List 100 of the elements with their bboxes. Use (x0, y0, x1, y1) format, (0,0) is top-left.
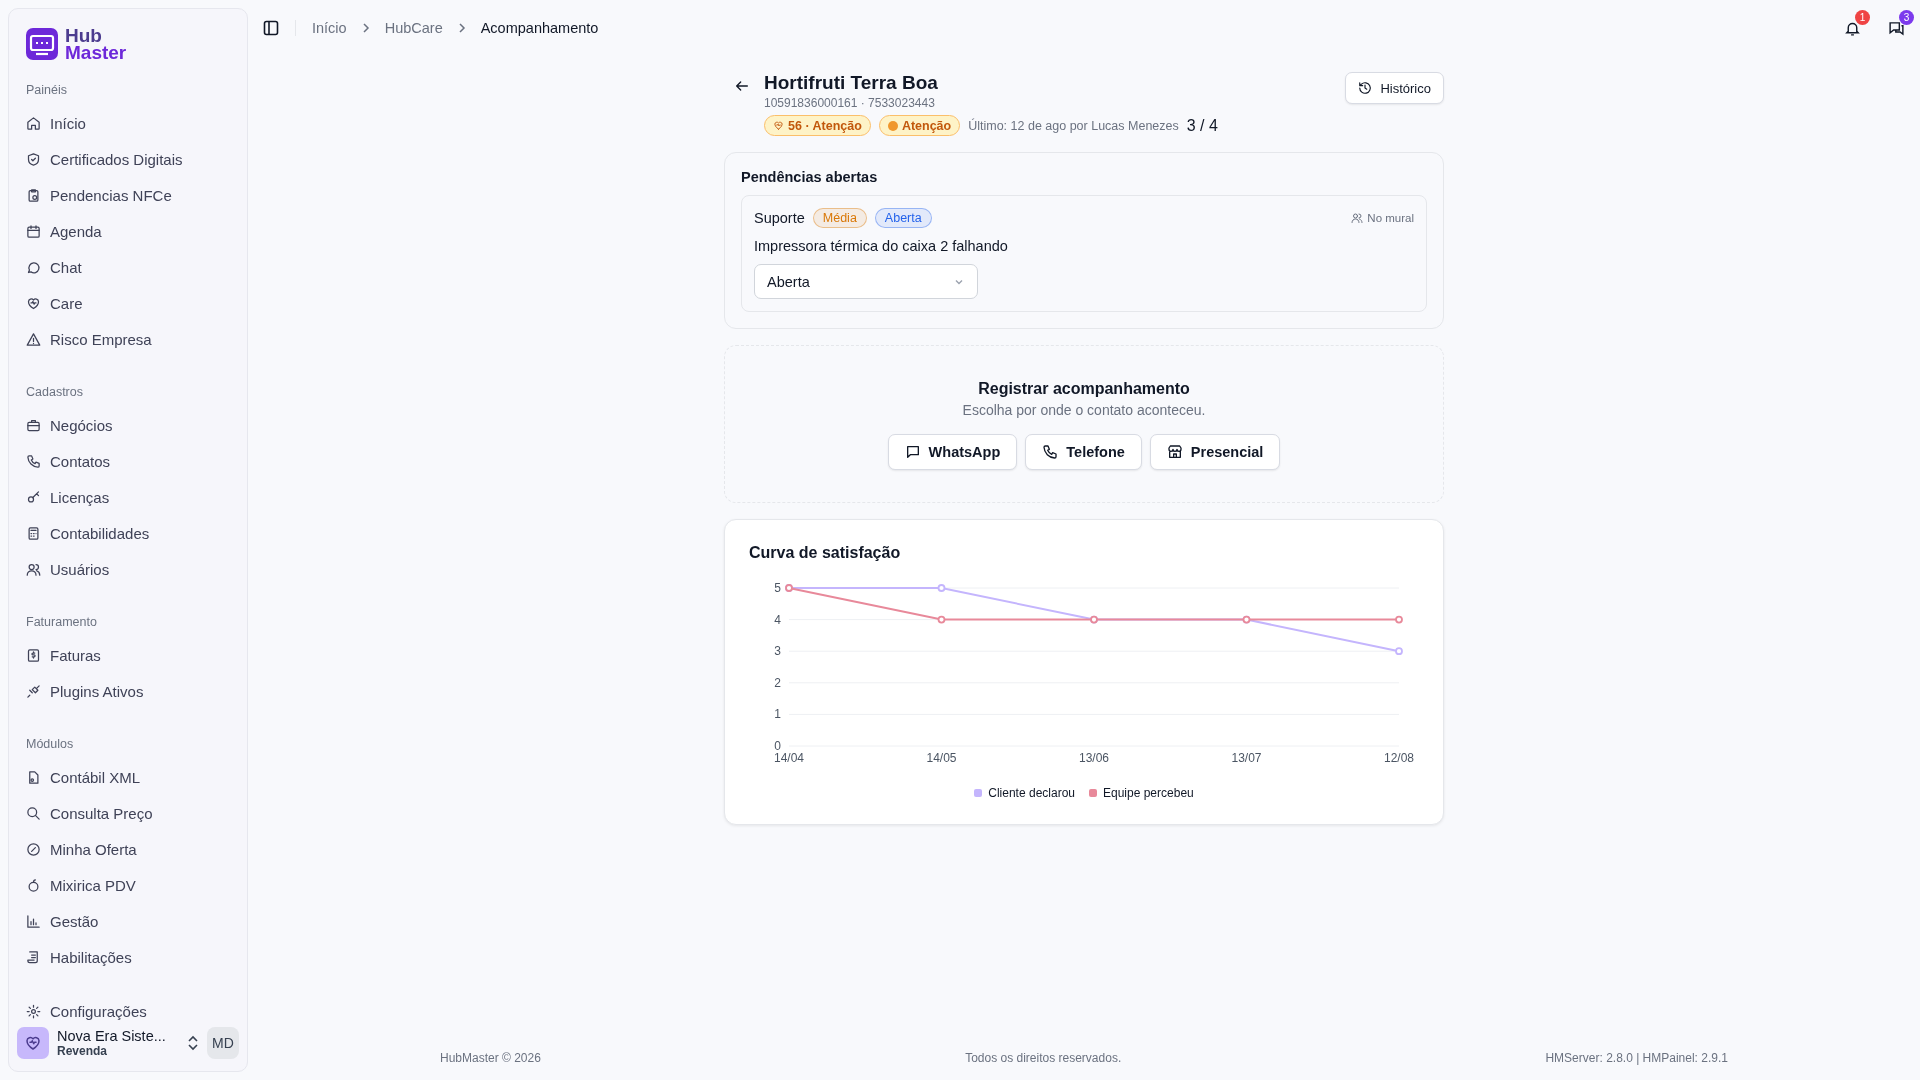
count-badge: 3 (1899, 10, 1914, 25)
sidebar-item[interactable]: Contatos (17, 443, 239, 479)
avatar[interactable]: MD (207, 1027, 239, 1059)
sidebar-item[interactable]: Início (17, 105, 239, 141)
section-heading: Faturamento (25, 614, 98, 631)
channel-button[interactable]: Presencial (1149, 434, 1281, 470)
sidebar-item[interactable]: Configurações (17, 993, 239, 1023)
sidebar-item[interactable]: Plugins Ativos (17, 673, 239, 709)
section-heading: Módulos (25, 736, 75, 753)
fruit-icon (26, 877, 41, 893)
chart-icon (26, 913, 41, 929)
breadcrumb-link[interactable]: HubCare (384, 20, 443, 36)
home-icon (26, 115, 41, 131)
sidebar-item[interactable]: Licenças (17, 479, 239, 515)
sidebar-toggle-icon[interactable] (263, 20, 279, 36)
breadcrumb-link[interactable]: Início (312, 20, 347, 36)
section-title: Registrar acompanhamento (978, 380, 1190, 398)
count-badge: 1 (1855, 10, 1870, 25)
account-role: Revenda (57, 1044, 109, 1058)
sidebar-item[interactable]: Consulta Preço (17, 795, 239, 831)
section-heading: Cadastros (25, 384, 84, 401)
sidebar-item[interactable]: Faturas (17, 637, 239, 673)
sidebar-item[interactable]: Chat (17, 249, 239, 285)
tag: Média (812, 208, 867, 228)
invoice-icon (26, 647, 41, 663)
messages-icon[interactable] (1887, 19, 1905, 37)
sidebar-item[interactable]: Care (17, 285, 239, 321)
users-icon (1351, 212, 1364, 224)
axis-tick-label: 14/04 (774, 751, 804, 765)
sidebar-item[interactable]: Agenda (17, 213, 239, 249)
status-badge: Atenção (878, 115, 961, 136)
sidebar-item[interactable]: Negócios (17, 407, 239, 443)
calculator-icon (26, 525, 41, 541)
sidebar-item[interactable]: Certificados Digitais (17, 141, 239, 177)
axis-tick-label: 0 (774, 739, 781, 753)
chart-title: Curva de satisfação (749, 544, 902, 562)
section-title: Pendências abertas (741, 169, 879, 185)
key-icon (26, 489, 41, 505)
sidebar-item[interactable]: Pendencias NFCe (17, 177, 239, 213)
legend-label: Cliente declarou (988, 786, 1075, 800)
heart-icon (26, 295, 41, 311)
data-point (937, 615, 946, 624)
section-heading: Painéis (25, 82, 68, 99)
status-badge: 56 · Atenção (764, 115, 871, 136)
channel-button[interactable]: Telefone (1025, 434, 1142, 470)
plug-icon (26, 683, 41, 699)
scroll-icon (26, 949, 41, 965)
axis-tick-label: 5 (774, 581, 781, 595)
search-icon (26, 805, 41, 821)
status-select[interactable]: Aberta (754, 264, 978, 299)
history-icon (1358, 81, 1373, 95)
last-contact: Último: 12 de ago por Lucas Menezes (968, 118, 1179, 133)
channel-button[interactable]: WhatsApp (887, 434, 1018, 470)
breadcrumb-link[interactable]: Acompanhamento (480, 20, 599, 36)
store-icon (1166, 444, 1183, 460)
data-point (1395, 615, 1403, 624)
sidebar-item[interactable]: Risco Empresa (17, 321, 239, 357)
brand-name: Hub (65, 27, 103, 44)
scope-label: No mural (1367, 212, 1414, 224)
briefcase-icon (26, 417, 41, 433)
heart-icon (773, 120, 784, 131)
logo-icon (25, 27, 59, 61)
brand-name: Master (65, 44, 127, 61)
axis-tick-label: 2 (774, 675, 781, 690)
phone-icon (26, 453, 41, 469)
sidebar-item[interactable]: Contabilidades (17, 515, 239, 551)
legend-label: Equipe percebeu (1103, 786, 1194, 800)
sidebar-item[interactable]: Habilitações (17, 939, 239, 975)
data-point (937, 584, 946, 592)
account-name: Nova Era Siste... (57, 1028, 167, 1044)
sidebar-item[interactable]: Minha Oferta (17, 831, 239, 867)
settings-icon (26, 1003, 41, 1019)
sidebar-item[interactable]: Gestão (17, 903, 239, 939)
history-button[interactable]: Histórico (1345, 72, 1444, 104)
progress-counter: 3 / 4 (1186, 116, 1218, 135)
company-ids: 10591836000161 · 7533023443 (764, 96, 936, 110)
axis-tick-label: 14/05 (926, 751, 957, 765)
sidebar-item[interactable]: Contábil XML (17, 759, 239, 795)
axis-tick-label: 12/08 (1384, 751, 1414, 765)
warning-icon (26, 331, 41, 347)
sidebar-item[interactable]: Mixirica PDV (17, 867, 239, 903)
pending-description: Impressora térmica do caixa 2 falhando (754, 238, 1009, 254)
page-title: Hortifruti Terra Boa (764, 72, 939, 94)
axis-tick-label: 4 (774, 612, 781, 627)
back-icon[interactable] (734, 78, 750, 94)
copyright-text: HubMaster © 2026 (440, 1051, 541, 1065)
version-text: HMServer: 2.8.0 | HMPainel: 2.9.1 (1545, 1051, 1728, 1065)
axis-tick-label: 1 (774, 707, 781, 722)
section-subtitle: Escolha por onde o contato aconteceu. (962, 402, 1206, 418)
axis-tick-label: 13/06 (1079, 751, 1109, 765)
switcher-icon[interactable] (187, 1035, 199, 1051)
document-icon (26, 769, 41, 785)
category-label: Suporte (754, 210, 805, 226)
data-point (1395, 647, 1403, 656)
calendar-icon (26, 223, 41, 239)
status-dot-icon (887, 120, 898, 131)
shield-icon (26, 151, 41, 167)
sidebar-item[interactable]: Usuários (17, 551, 239, 587)
phone-icon (1042, 444, 1059, 460)
users-icon (26, 561, 41, 577)
